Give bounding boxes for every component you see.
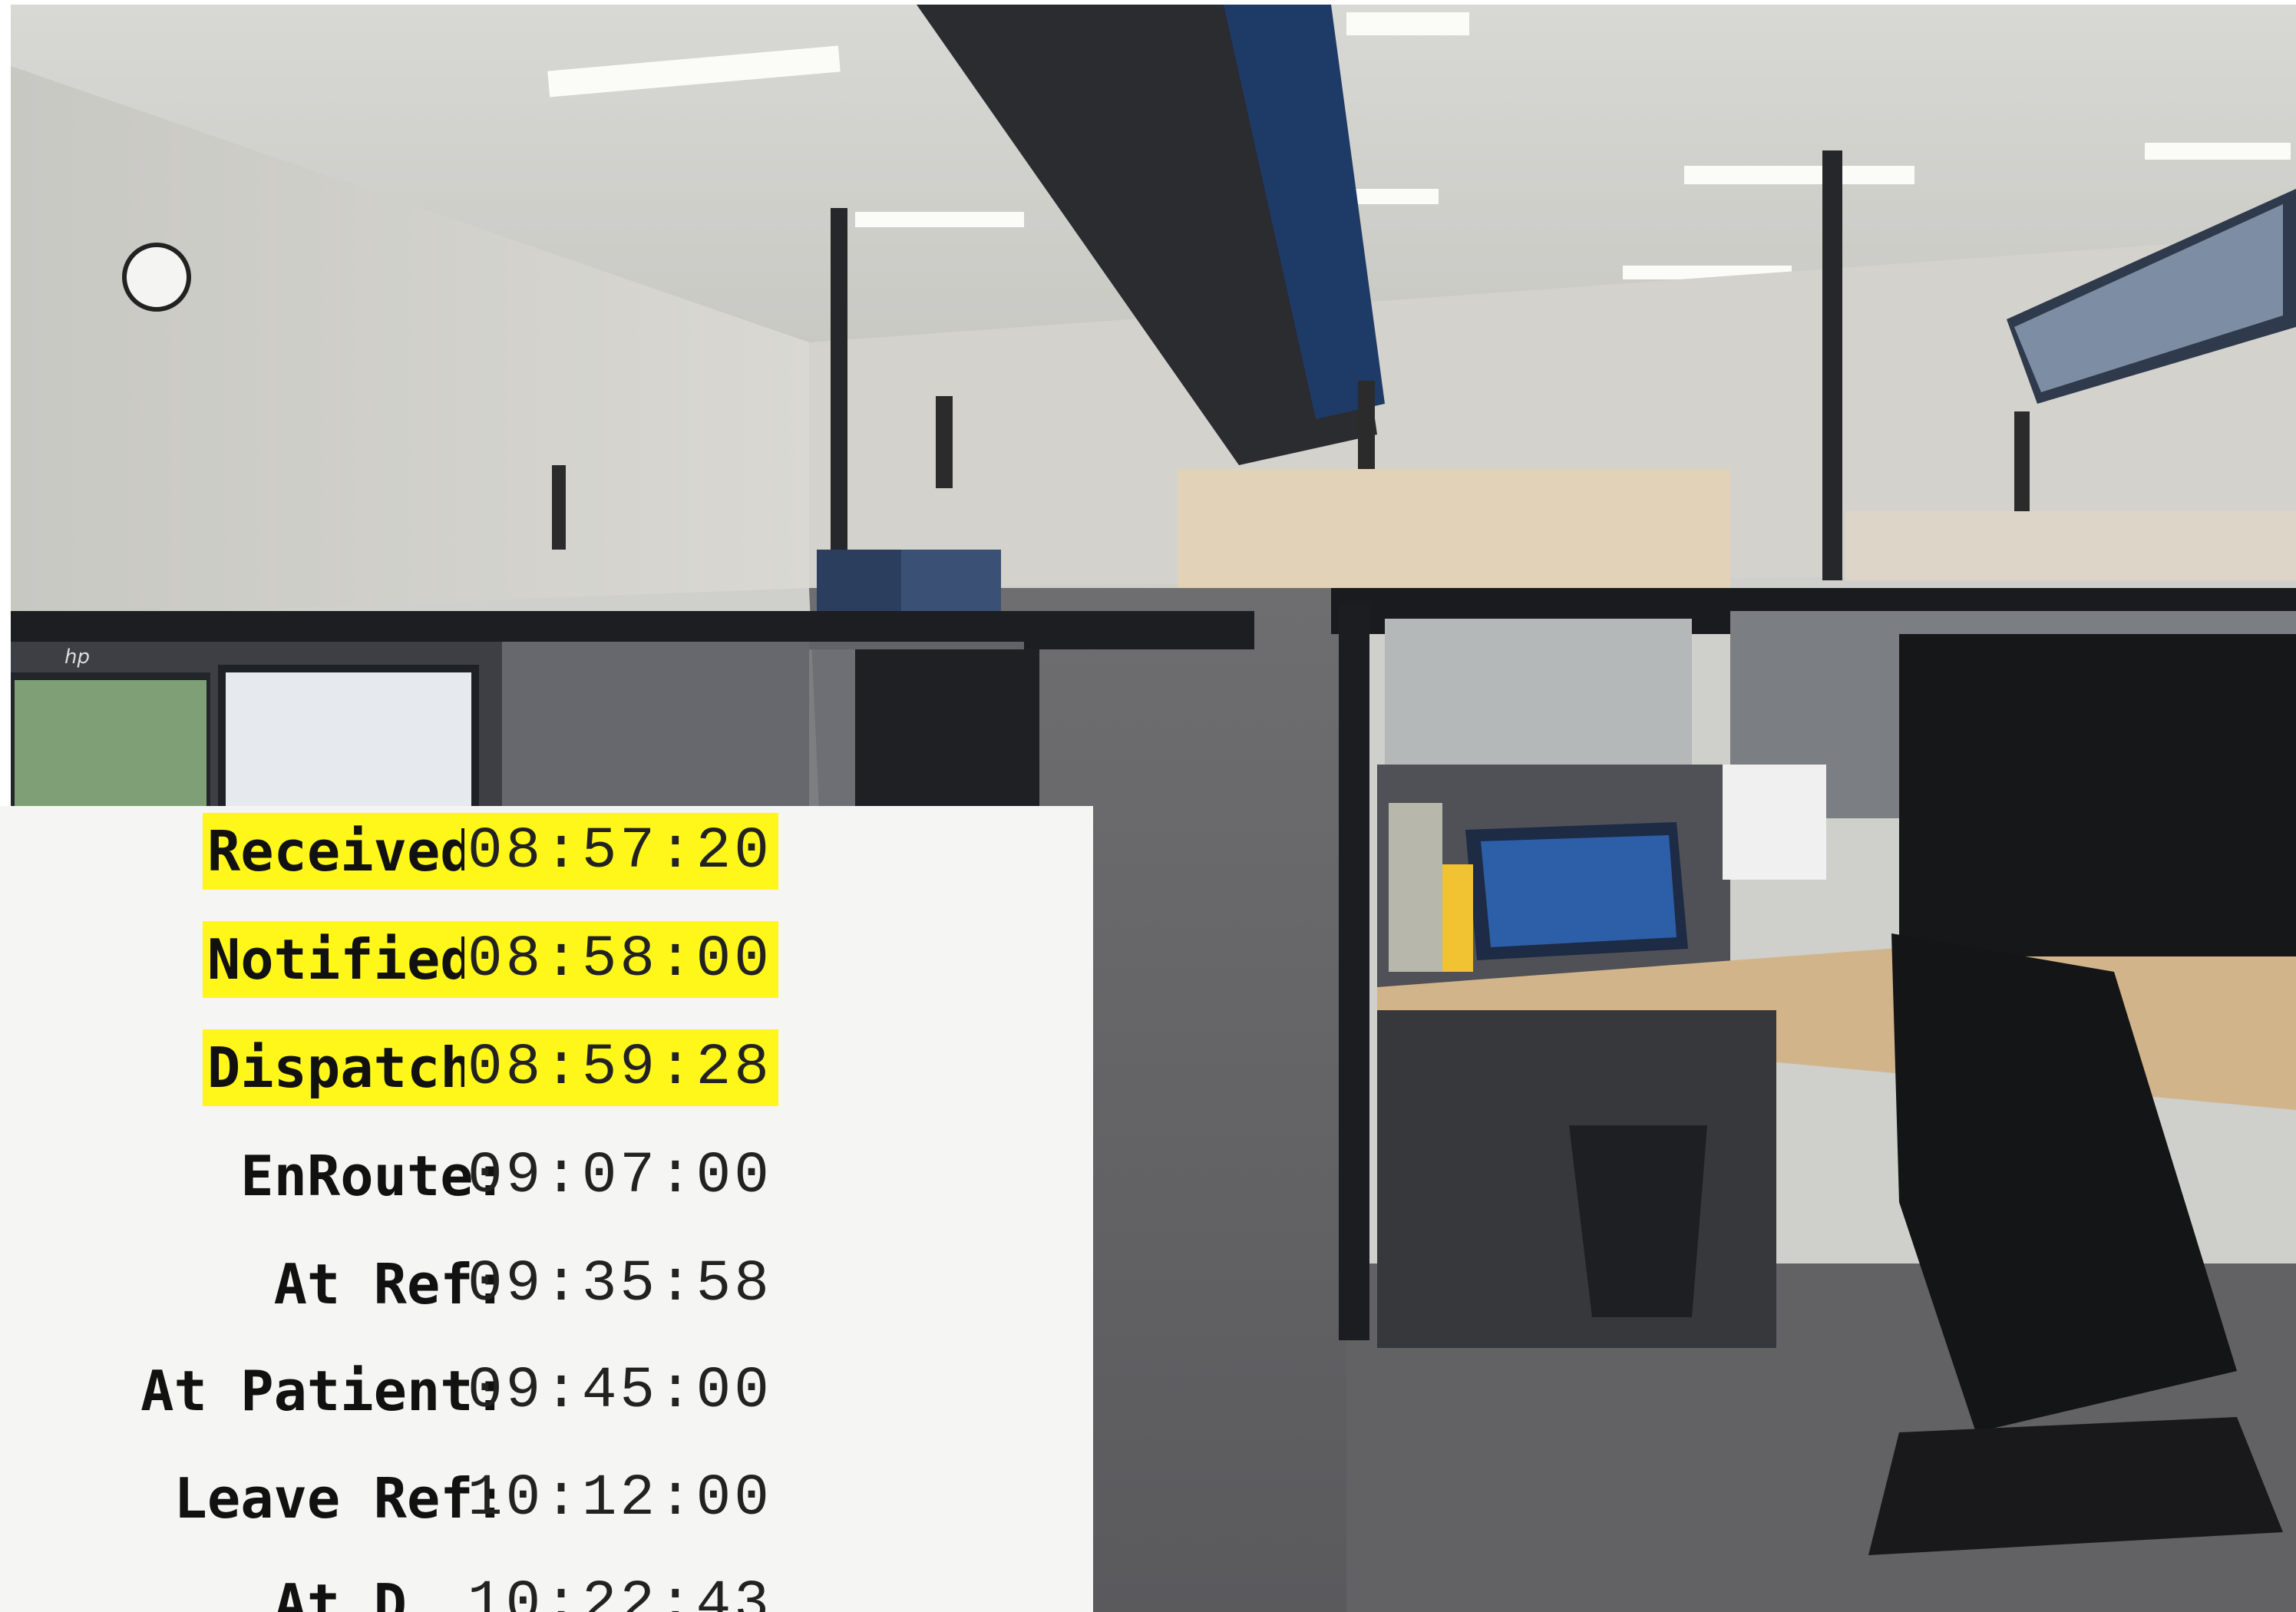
wall-clock-icon bbox=[122, 243, 191, 312]
dispatch-label: Dispatch: bbox=[202, 1029, 507, 1106]
hp-logo: hp bbox=[64, 646, 90, 669]
time-log-panel: Received: 08:57:20 Notified: 08:58:00 Di… bbox=[0, 806, 1093, 1612]
timeline-row-leave-ref: Leave Ref: 10:12:00 bbox=[0, 1460, 844, 1537]
notified-time: 08:58:00 bbox=[464, 921, 778, 998]
notified-label: Notified: bbox=[202, 921, 507, 998]
received-label: Received: bbox=[202, 813, 507, 890]
timeline-row-partial: At D... 10:22:43 bbox=[0, 1566, 844, 1612]
leave-ref-time: 10:12:00 bbox=[467, 1465, 772, 1531]
timeline-row-enroute: EnRoute: 09:07:00 bbox=[0, 1138, 844, 1214]
received-time: 08:57:20 bbox=[464, 813, 778, 890]
at-patient-label: At Patient: bbox=[140, 1359, 507, 1423]
enroute-time: 09:07:00 bbox=[467, 1143, 772, 1209]
timeline-row-at-patient: At Patient: 09:45:00 bbox=[0, 1353, 844, 1429]
at-ref-time: 09:35:58 bbox=[467, 1251, 772, 1317]
dispatch-time: 08:59:28 bbox=[464, 1029, 778, 1106]
timeline-row-received: Received: 08:57:20 bbox=[0, 813, 844, 890]
partial-time: 10:22:43 bbox=[467, 1571, 772, 1612]
leave-ref-label: Leave Ref: bbox=[173, 1466, 507, 1531]
at-patient-time: 09:45:00 bbox=[467, 1358, 772, 1424]
timeline-row-notified: Notified: 08:58:00 bbox=[0, 921, 844, 998]
timeline-row-at-ref: At Ref: 09:35:58 bbox=[0, 1246, 844, 1323]
timeline-row-dispatch: Dispatch: 08:59:28 bbox=[0, 1029, 844, 1106]
